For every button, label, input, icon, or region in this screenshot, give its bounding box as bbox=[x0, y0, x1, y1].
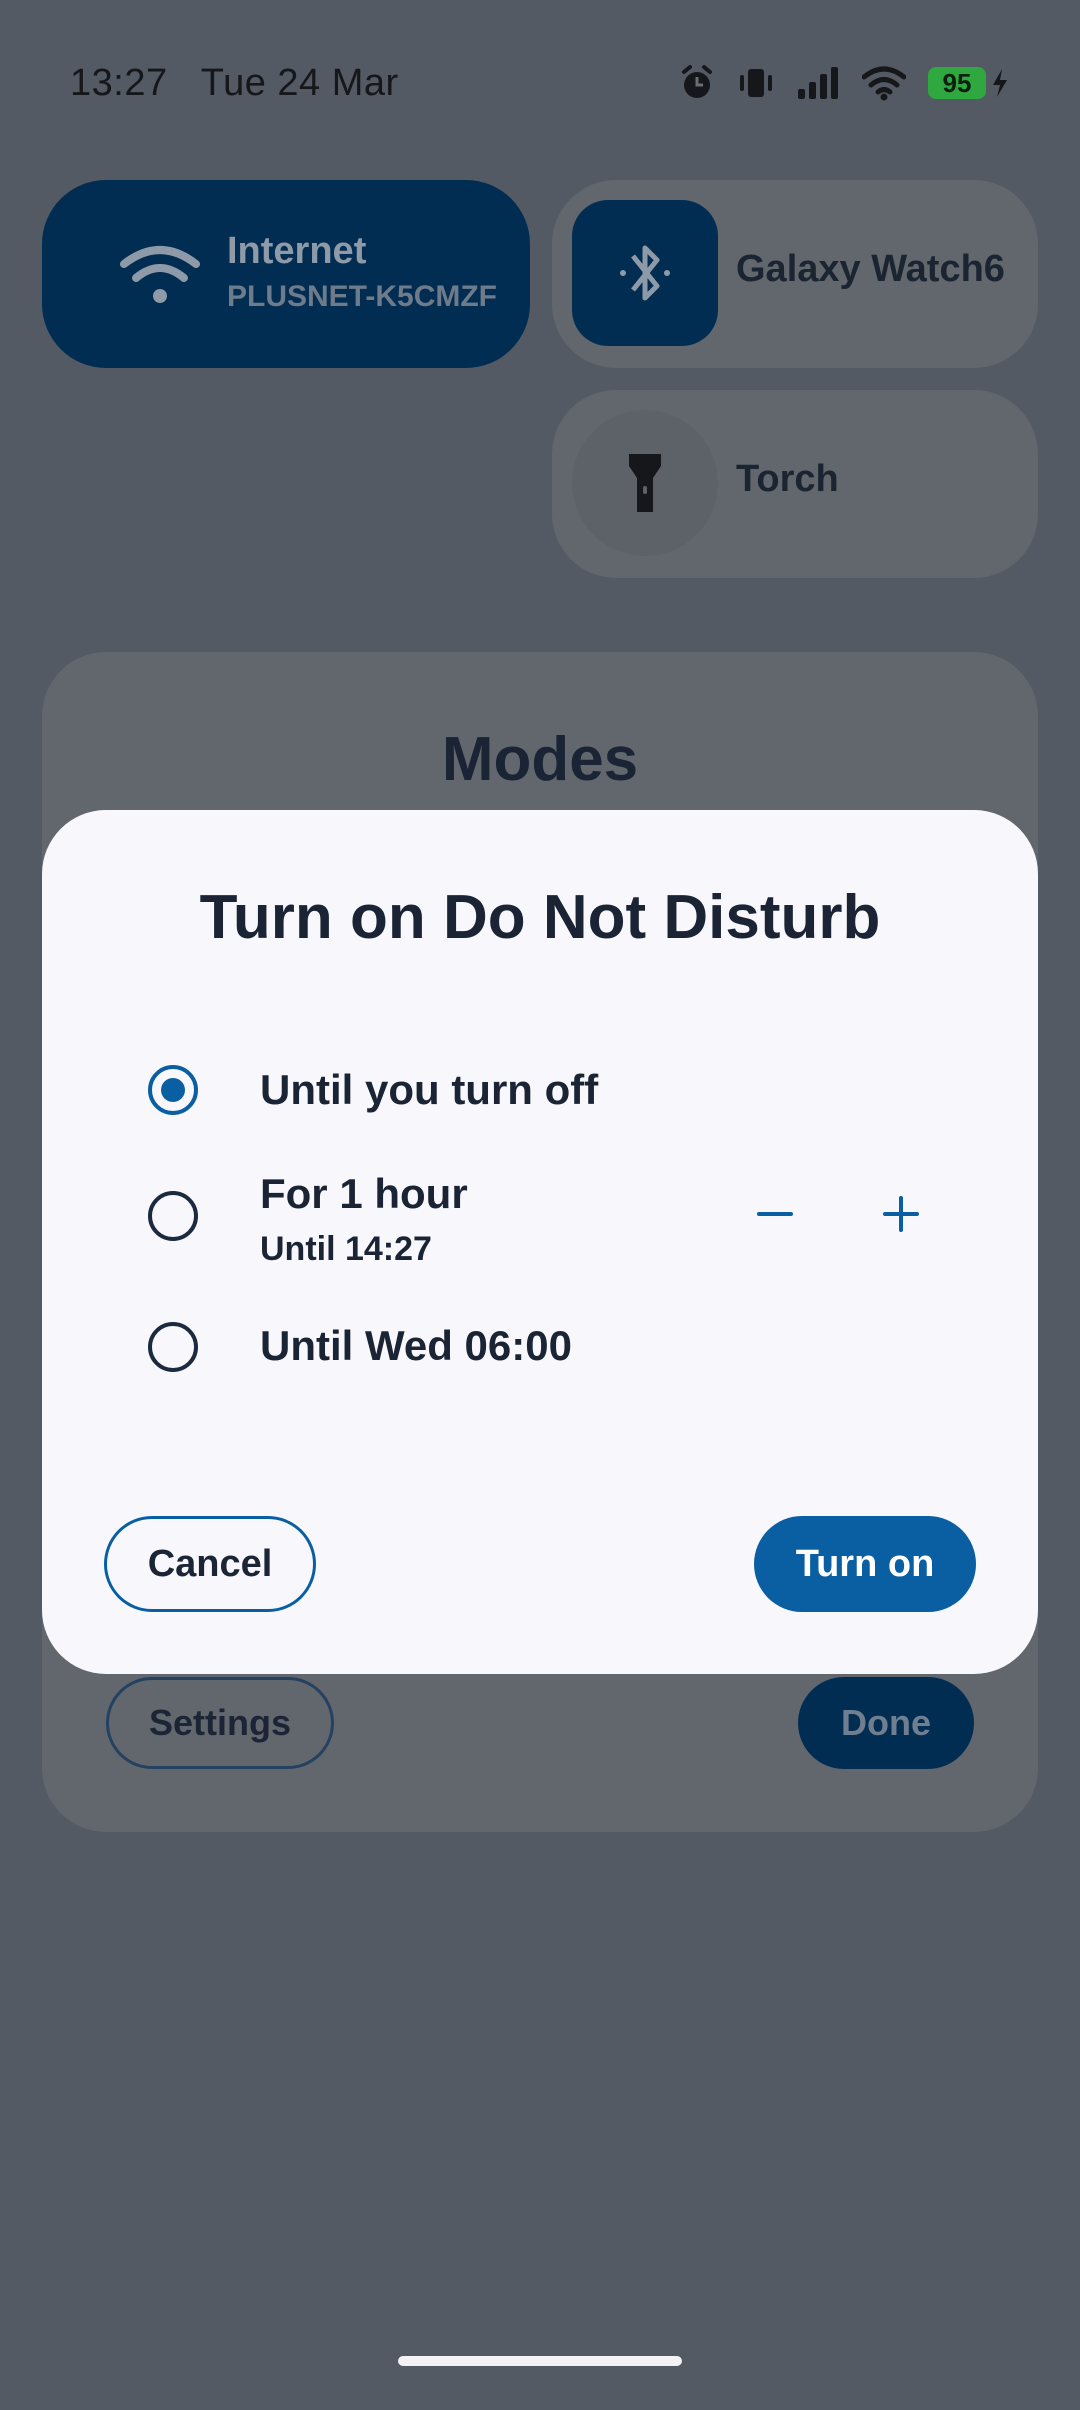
modes-title: Modes bbox=[441, 725, 639, 794]
wifi-icon bbox=[106, 220, 214, 328]
home-indicator[interactable] bbox=[398, 2356, 682, 2366]
internet-tile-title: Internet bbox=[227, 230, 367, 272]
torch-tile[interactable]: Torch bbox=[552, 390, 1038, 578]
dnd-dialog: Turn on Do Not Disturb Until you turn of… bbox=[42, 810, 1038, 1674]
torch-tile-title: Torch bbox=[736, 458, 839, 500]
bluetooth-icon bbox=[572, 200, 718, 346]
turn-on-button[interactable]: Turn on bbox=[754, 1516, 976, 1612]
wifi-icon bbox=[862, 65, 906, 101]
settings-button[interactable]: Settings bbox=[106, 1677, 334, 1769]
increase-duration-button[interactable] bbox=[866, 1181, 936, 1251]
internet-tile[interactable]: Internet PLUSNET-K5CMZF bbox=[42, 180, 530, 368]
status-icons: 95 bbox=[678, 64, 1010, 102]
status-date: Tue 24 Mar bbox=[200, 62, 399, 104]
charging-icon bbox=[990, 67, 1010, 99]
battery-indicator: 95 bbox=[928, 67, 1010, 99]
vibrate-icon bbox=[738, 65, 774, 101]
cell-signal-icon bbox=[796, 65, 840, 101]
option-sublabel: Until 14:27 bbox=[260, 1230, 432, 1268]
option-label: For 1 hour bbox=[260, 1170, 468, 1217]
cancel-button[interactable]: Cancel bbox=[104, 1516, 316, 1612]
decrease-duration-button[interactable] bbox=[740, 1181, 810, 1251]
done-button[interactable]: Done bbox=[798, 1677, 974, 1769]
radio-button[interactable] bbox=[148, 1322, 198, 1372]
plus-icon bbox=[881, 1194, 921, 1239]
internet-tile-network: PLUSNET-K5CMZF bbox=[227, 280, 497, 313]
flashlight-icon bbox=[572, 410, 718, 556]
option-until-wed[interactable]: Until Wed 06:00 bbox=[42, 1290, 1038, 1400]
dialog-title: Turn on Do Not Disturb bbox=[199, 883, 881, 952]
option-label: Until Wed 06:00 bbox=[260, 1322, 572, 1369]
status-time: 13:27 bbox=[70, 62, 168, 104]
minus-icon bbox=[755, 1194, 795, 1239]
status-bar-clock: 13:27 Tue 24 Mar bbox=[70, 62, 399, 105]
option-label: Until you turn off bbox=[260, 1066, 599, 1113]
radio-button[interactable] bbox=[148, 1191, 198, 1241]
battery-icon: 95 bbox=[928, 67, 986, 99]
alarm-icon bbox=[678, 64, 716, 102]
bluetooth-tile[interactable]: Galaxy Watch6 bbox=[552, 180, 1038, 368]
bluetooth-tile-device: Galaxy Watch6 bbox=[736, 248, 1005, 290]
option-for-1-hour[interactable]: For 1 hour Until 14:27 bbox=[42, 1160, 742, 1290]
radio-button-selected[interactable] bbox=[148, 1065, 198, 1115]
option-until-turn-off[interactable]: Until you turn off bbox=[42, 1050, 1038, 1160]
